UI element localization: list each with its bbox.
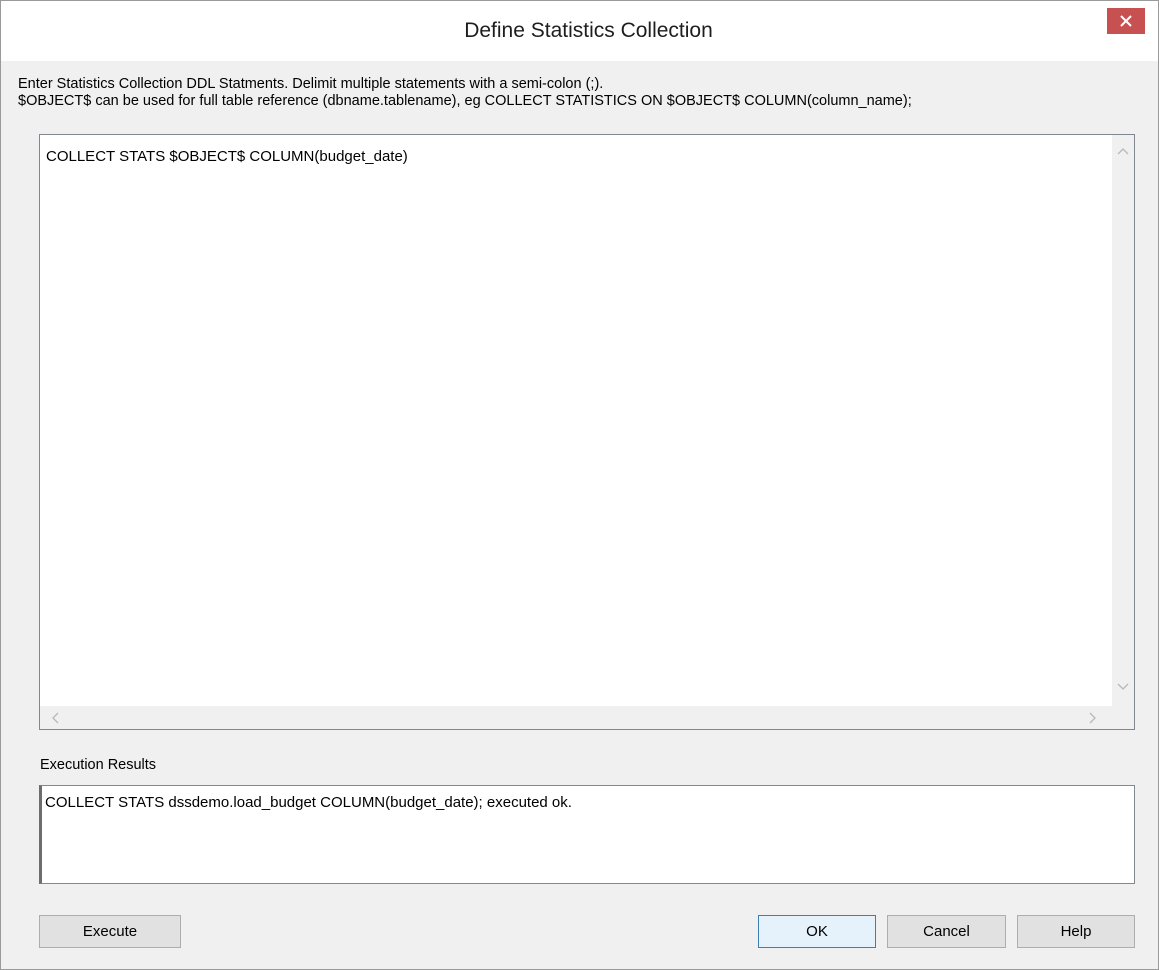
execution-results-box[interactable]: COLLECT STATS dssdemo.load_budget COLUMN… xyxy=(39,785,1135,884)
scrollbar-corner xyxy=(1112,706,1134,729)
cancel-button[interactable]: Cancel xyxy=(887,915,1006,948)
scroll-up-icon[interactable] xyxy=(1117,147,1129,155)
ddl-editor[interactable]: COLLECT STATS $OBJECT$ COLUMN(budget_dat… xyxy=(39,134,1135,730)
close-icon xyxy=(1120,15,1132,27)
instructions-line-1: Enter Statistics Collection DDL Statment… xyxy=(18,76,604,92)
dialog-window: Define Statistics Collection Enter Stati… xyxy=(0,0,1159,970)
ok-button[interactable]: OK xyxy=(758,915,876,948)
title-bar[interactable]: Define Statistics Collection xyxy=(1,1,1158,61)
help-button[interactable]: Help xyxy=(1017,915,1135,948)
close-button[interactable] xyxy=(1107,8,1145,34)
scroll-down-icon[interactable] xyxy=(1117,683,1129,691)
execute-button[interactable]: Execute xyxy=(39,915,181,948)
instructions-line-2: $OBJECT$ can be used for full table refe… xyxy=(18,93,912,109)
execution-results-text: COLLECT STATS dssdemo.load_budget COLUMN… xyxy=(45,794,572,811)
horizontal-scrollbar[interactable] xyxy=(40,706,1112,729)
instructions-text: Enter Statistics Collection DDL Statment… xyxy=(18,76,912,110)
scroll-right-icon[interactable] xyxy=(1089,712,1097,724)
scroll-left-icon[interactable] xyxy=(51,712,59,724)
vertical-scrollbar[interactable] xyxy=(1112,135,1134,706)
execution-results-label: Execution Results xyxy=(40,757,157,773)
dialog-title: Define Statistics Collection xyxy=(464,19,713,42)
ddl-editor-text[interactable]: COLLECT STATS $OBJECT$ COLUMN(budget_dat… xyxy=(46,148,408,165)
